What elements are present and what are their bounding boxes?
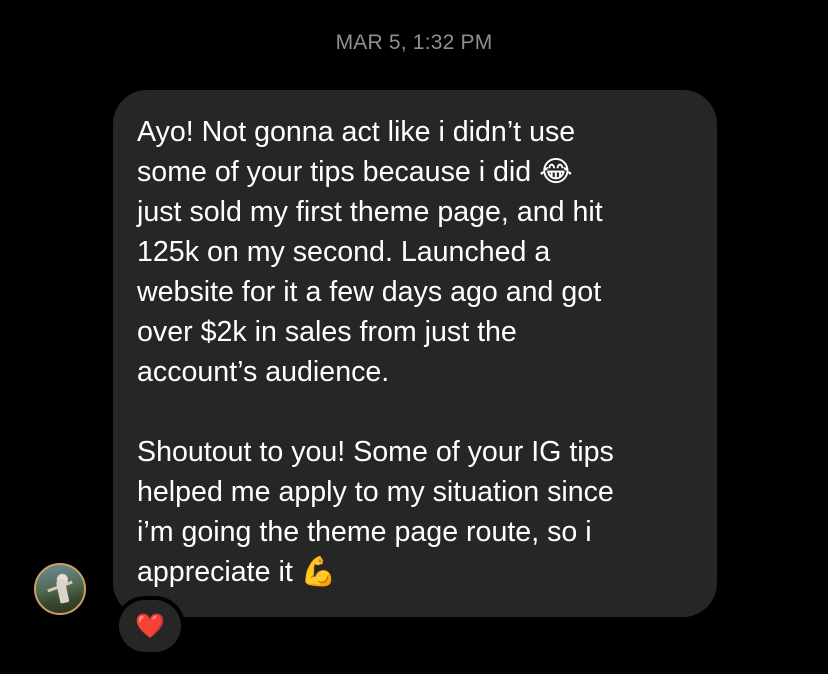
message-paragraph-2: Shoutout to you! Some of your IG tips he… — [137, 436, 614, 588]
heart-icon: ❤️ — [135, 612, 165, 640]
message-bubble[interactable]: Ayo! Not gonna act like i didn’t use som… — [113, 90, 717, 617]
message-timestamp: MAR 5, 1:32 PM — [335, 31, 493, 54]
heart-reaction[interactable]: ❤️ — [119, 600, 181, 652]
sender-avatar[interactable] — [34, 563, 86, 615]
message-paragraph-1: Ayo! Not gonna act like i didn’t use som… — [137, 116, 603, 388]
